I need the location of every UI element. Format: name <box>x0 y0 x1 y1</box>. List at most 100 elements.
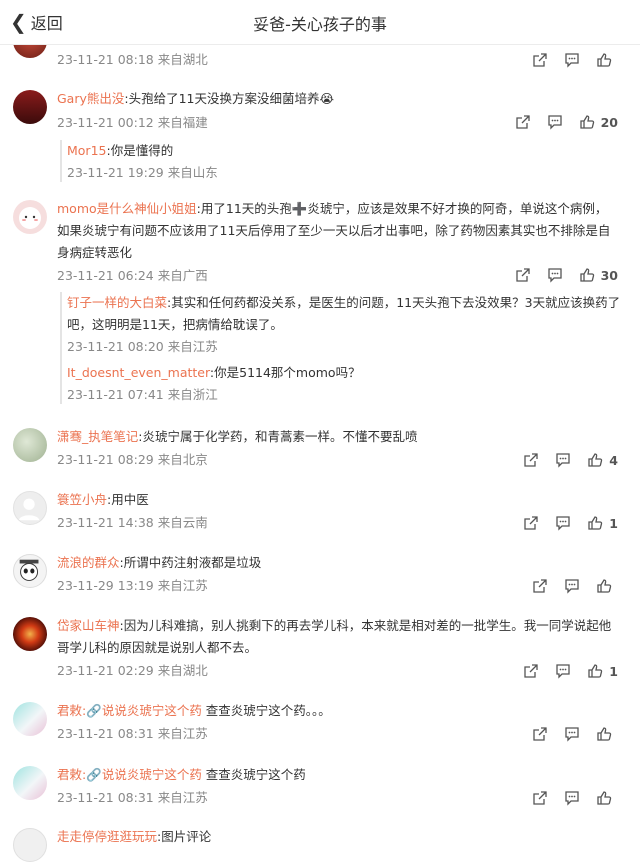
topic-link[interactable]: 说说炎琥宁这个药 <box>102 767 202 782</box>
share-button[interactable] <box>532 52 548 68</box>
reply-thread: 钉子一样的大白菜:其实和任何药都没关系，是医生的问题，11天头孢下去没效果？3天… <box>60 292 627 404</box>
comment-icon <box>547 268 562 283</box>
comment-text: 簑笠小舟:用中医 <box>57 489 613 511</box>
topic-link[interactable]: 说说炎琥宁这个药 <box>102 703 202 718</box>
share-button[interactable] <box>523 452 539 468</box>
comment-actions: 30 <box>499 267 618 283</box>
share-icon <box>533 53 547 67</box>
share-icon <box>533 791 547 805</box>
comment-text: 岱家山车神:因为儿科难搞，别人挑剩下的再去学儿科，本来就是相对差的一批学生。我一… <box>57 615 613 659</box>
like-count: 30 <box>600 267 618 283</box>
username[interactable]: 君敕 <box>57 703 82 718</box>
username[interactable]: 流浪的群众 <box>57 555 120 570</box>
comment-button[interactable] <box>564 726 580 742</box>
username[interactable]: 潇骞_执笔笔记 <box>57 429 138 444</box>
comment-button[interactable] <box>547 114 563 130</box>
username[interactable]: Gary熊出没 <box>57 91 124 106</box>
avatar[interactable] <box>13 617 47 651</box>
reply-meta: 23-11-21 07:41 来自浙江 <box>67 387 218 402</box>
comment-button[interactable] <box>555 663 571 679</box>
comment-body: 查查炎琥宁这个药。。。 <box>201 703 331 718</box>
username[interactable]: 岱家山车神 <box>57 618 120 633</box>
like-button[interactable] <box>596 790 618 806</box>
panda-avatar-icon <box>19 559 39 581</box>
like-button[interactable]: 20 <box>579 114 618 130</box>
reply-thread: Mor15:你是懂得的 23-11-21 19:29 来自山东 <box>60 140 627 182</box>
comment-icon <box>565 791 579 806</box>
share-button[interactable] <box>523 663 539 679</box>
comment-actions: 4 <box>507 452 618 468</box>
username[interactable]: 簑笠小舟 <box>57 492 107 507</box>
comment-body: 查查炎琥宁这个药 <box>201 767 306 782</box>
share-button[interactable] <box>532 578 548 594</box>
avatar[interactable] <box>13 200 47 234</box>
comment-text: 君敕:🔗说说炎琥宁这个药 查查炎琥宁这个药。。。 <box>57 703 331 718</box>
share-icon <box>515 115 530 129</box>
comment-text: Gary熊出没:头孢给了11天没换方案没细菌培养😭 <box>57 88 613 110</box>
like-button[interactable] <box>596 578 618 594</box>
reply-username[interactable]: It_doesnt_even_matter <box>67 365 210 380</box>
comment-button[interactable] <box>555 452 571 468</box>
reply-body: :你是5114那个momo吗？ <box>209 365 361 380</box>
comment-button[interactable] <box>564 52 580 68</box>
username[interactable]: momo是什么神仙小姐姐 <box>57 201 197 216</box>
avatar[interactable] <box>13 702 47 736</box>
share-button[interactable] <box>532 790 548 806</box>
avatar-face-icon <box>19 207 41 229</box>
share-button[interactable] <box>515 114 531 130</box>
comment-body: :因为儿科难搞，别人挑剩下的再去学儿科，本来就是相对差的一批学生。我一同学说起他… <box>57 618 612 655</box>
reply-item: 钉子一样的大白菜:其实和任何药都没关系，是医生的问题，11天头孢下去没效果？3天… <box>67 292 627 356</box>
comment-actions: 1 <box>507 663 618 679</box>
link-icon: 🔗 <box>86 767 102 782</box>
comment-button[interactable] <box>547 267 563 283</box>
comment-feed: 23-11-21 08:18 来自湖北 Gary熊出没:头孢给了11天没换方案没… <box>0 0 640 862</box>
avatar[interactable] <box>13 90 47 124</box>
like-count: 20 <box>600 114 618 130</box>
reply-item: Mor15:你是懂得的 23-11-21 19:29 来自山东 <box>67 140 627 182</box>
comment-actions <box>516 790 618 806</box>
default-avatar-icon <box>18 498 40 521</box>
comment-button[interactable] <box>555 515 571 531</box>
reply-meta: 23-11-21 08:20 来自江苏 <box>67 339 218 354</box>
comment-meta: 23-11-21 08:18 来自湖北 <box>57 52 208 67</box>
reply-username[interactable]: Mor15 <box>67 143 106 158</box>
like-button[interactable] <box>596 726 618 742</box>
share-button[interactable] <box>523 515 539 531</box>
thumbs-up-icon <box>597 791 612 805</box>
comment-meta: 23-11-29 13:19 来自江苏 <box>57 578 208 593</box>
comment-icon <box>565 579 579 594</box>
thumbs-up-icon <box>588 516 603 530</box>
share-button[interactable] <box>515 267 531 283</box>
like-button[interactable]: 1 <box>587 663 618 679</box>
comment-meta: 23-11-21 08:31 来自江苏 <box>57 726 208 741</box>
like-button[interactable] <box>596 52 618 68</box>
comment-meta: 23-11-21 14:38 来自云南 <box>57 515 208 530</box>
share-button[interactable] <box>532 726 548 742</box>
username[interactable]: 君敕 <box>57 767 82 782</box>
comment-actions <box>516 52 618 68</box>
comment-text: 走走停停逛逛玩玩:图片评论 <box>57 826 613 848</box>
avatar[interactable] <box>13 828 47 862</box>
share-icon <box>533 727 547 741</box>
reply-username[interactable]: 钉子一样的大白菜 <box>67 295 167 310</box>
reply-body: :你是懂得的 <box>106 143 174 158</box>
comment-icon <box>556 516 570 531</box>
comment-body: :图片评论 <box>157 829 212 844</box>
avatar[interactable] <box>13 491 47 525</box>
comment-text: 流浪的群众:所谓中药注射液都是垃圾 <box>57 552 613 574</box>
comment-icon <box>547 115 562 130</box>
avatar[interactable] <box>13 766 47 800</box>
comment-body: :炎琥宁属于化学药，和青蒿素一样。不懂不要乱喷 <box>138 429 418 444</box>
comment-button[interactable] <box>564 790 580 806</box>
like-button[interactable]: 4 <box>587 452 618 468</box>
comment-icon <box>565 53 579 68</box>
comment-button[interactable] <box>564 578 580 594</box>
reply-item: It_doesnt_even_matter:你是5114那个momo吗？ 23-… <box>67 362 627 404</box>
like-button[interactable]: 1 <box>587 515 618 531</box>
avatar[interactable] <box>13 428 47 462</box>
like-button[interactable]: 30 <box>579 267 618 283</box>
username[interactable]: 走走停停逛逛玩玩 <box>57 829 157 844</box>
thumbs-up-icon <box>597 579 612 593</box>
comment-actions <box>516 726 618 742</box>
avatar[interactable] <box>13 554 47 588</box>
